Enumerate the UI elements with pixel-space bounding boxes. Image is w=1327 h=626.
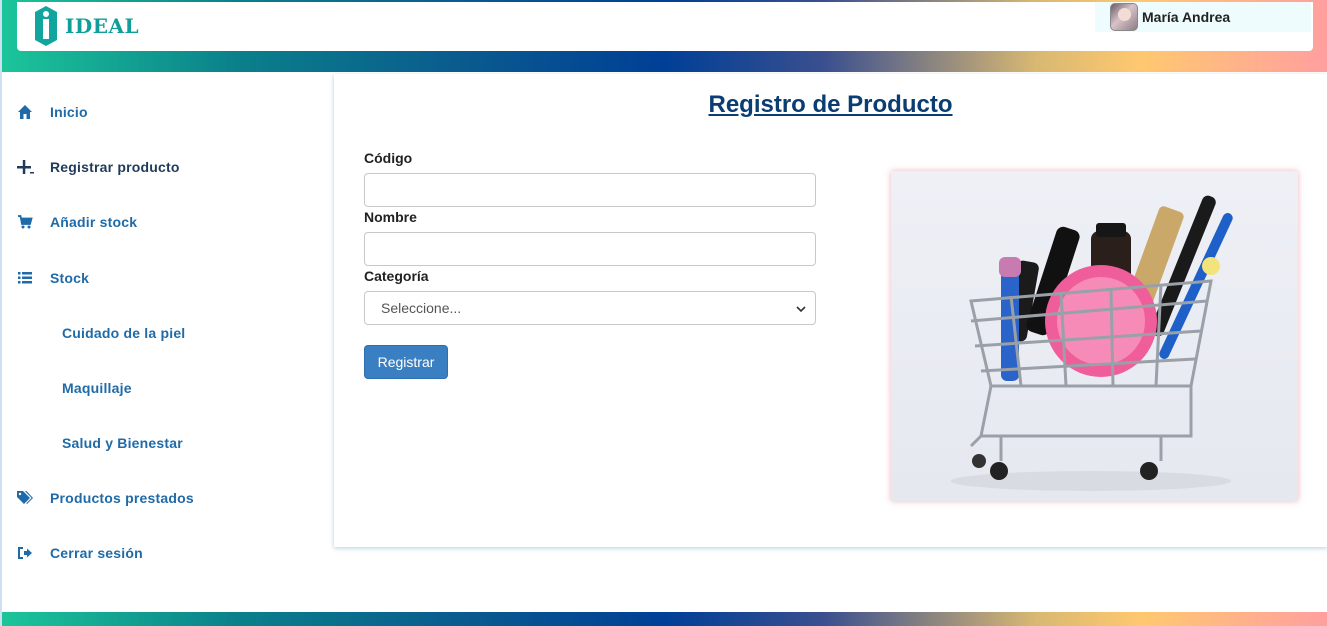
sidebar-item-cuidado-de-la-piel[interactable]: Cuidado de la piel: [2, 321, 185, 345]
codigo-label: Código: [364, 150, 413, 166]
product-registration-card: Registro de Producto Código Nombre Categ…: [334, 74, 1327, 547]
categoria-select[interactable]: Seleccione...: [364, 291, 816, 325]
sidebar-item-salud-y-bienestar[interactable]: Salud y Bienestar: [2, 431, 183, 455]
sidebar-item-maquillaje[interactable]: Maquillaje: [2, 376, 132, 400]
nombre-label: Nombre: [364, 209, 417, 225]
tags-icon: [15, 488, 35, 508]
chevron-down-icon: [796, 306, 806, 313]
nombre-input[interactable]: [364, 232, 816, 266]
categoria-selected-value: Seleccione...: [381, 300, 462, 316]
categoria-label: Categoría: [364, 268, 429, 284]
bottom-gradient-band: [2, 612, 1327, 626]
user-name: María Andrea: [1142, 9, 1231, 25]
sidebar-item-label: Maquillaje: [62, 380, 132, 396]
sidebar-item-label: Salud y Bienestar: [62, 435, 183, 451]
sidebar-item-registrar-producto[interactable]: Registrar producto: [2, 155, 180, 179]
sidebar-item-label: Stock: [50, 270, 90, 286]
header-bar: IDEAL María Andrea: [17, 2, 1313, 51]
sidebar-item-stock[interactable]: Stock: [2, 266, 89, 290]
registrar-button[interactable]: Registrar: [364, 345, 448, 379]
avatar: [1110, 3, 1138, 31]
sidebar-item-label: Añadir stock: [50, 214, 138, 230]
sidebar: Inicio Registrar producto Añadir stock S…: [2, 72, 332, 612]
plus-icon: [15, 157, 35, 177]
home-icon: [15, 102, 35, 122]
sidebar-item-label: Inicio: [50, 104, 88, 120]
shopping-cart-cosmetics-icon: [951, 195, 1233, 491]
sidebar-item-label: Productos prestados: [50, 490, 194, 506]
user-menu[interactable]: María Andrea: [1095, 2, 1311, 32]
sidebar-item-cerrar-sesion[interactable]: Cerrar sesión: [2, 541, 143, 565]
sidebar-item-label: Registrar producto: [50, 159, 180, 175]
sidebar-item-productos-prestados[interactable]: Productos prestados: [2, 486, 194, 510]
cart-icon: [15, 212, 35, 232]
logout-icon: [15, 543, 35, 563]
sidebar-item-inicio[interactable]: Inicio: [2, 100, 88, 124]
page-title: Registro de Producto: [708, 91, 953, 118]
sidebar-item-anadir-stock[interactable]: Añadir stock: [2, 210, 137, 234]
list-icon: [15, 268, 35, 288]
ideal-logo-icon: [35, 6, 57, 46]
product-cart-image: [891, 171, 1298, 501]
brand-name: IDEAL: [65, 14, 140, 38]
codigo-input[interactable]: [364, 173, 816, 207]
sidebar-item-label: Cuidado de la piel: [62, 325, 186, 341]
brand-logo[interactable]: IDEAL: [33, 4, 153, 48]
sidebar-item-label: Cerrar sesión: [50, 545, 143, 561]
